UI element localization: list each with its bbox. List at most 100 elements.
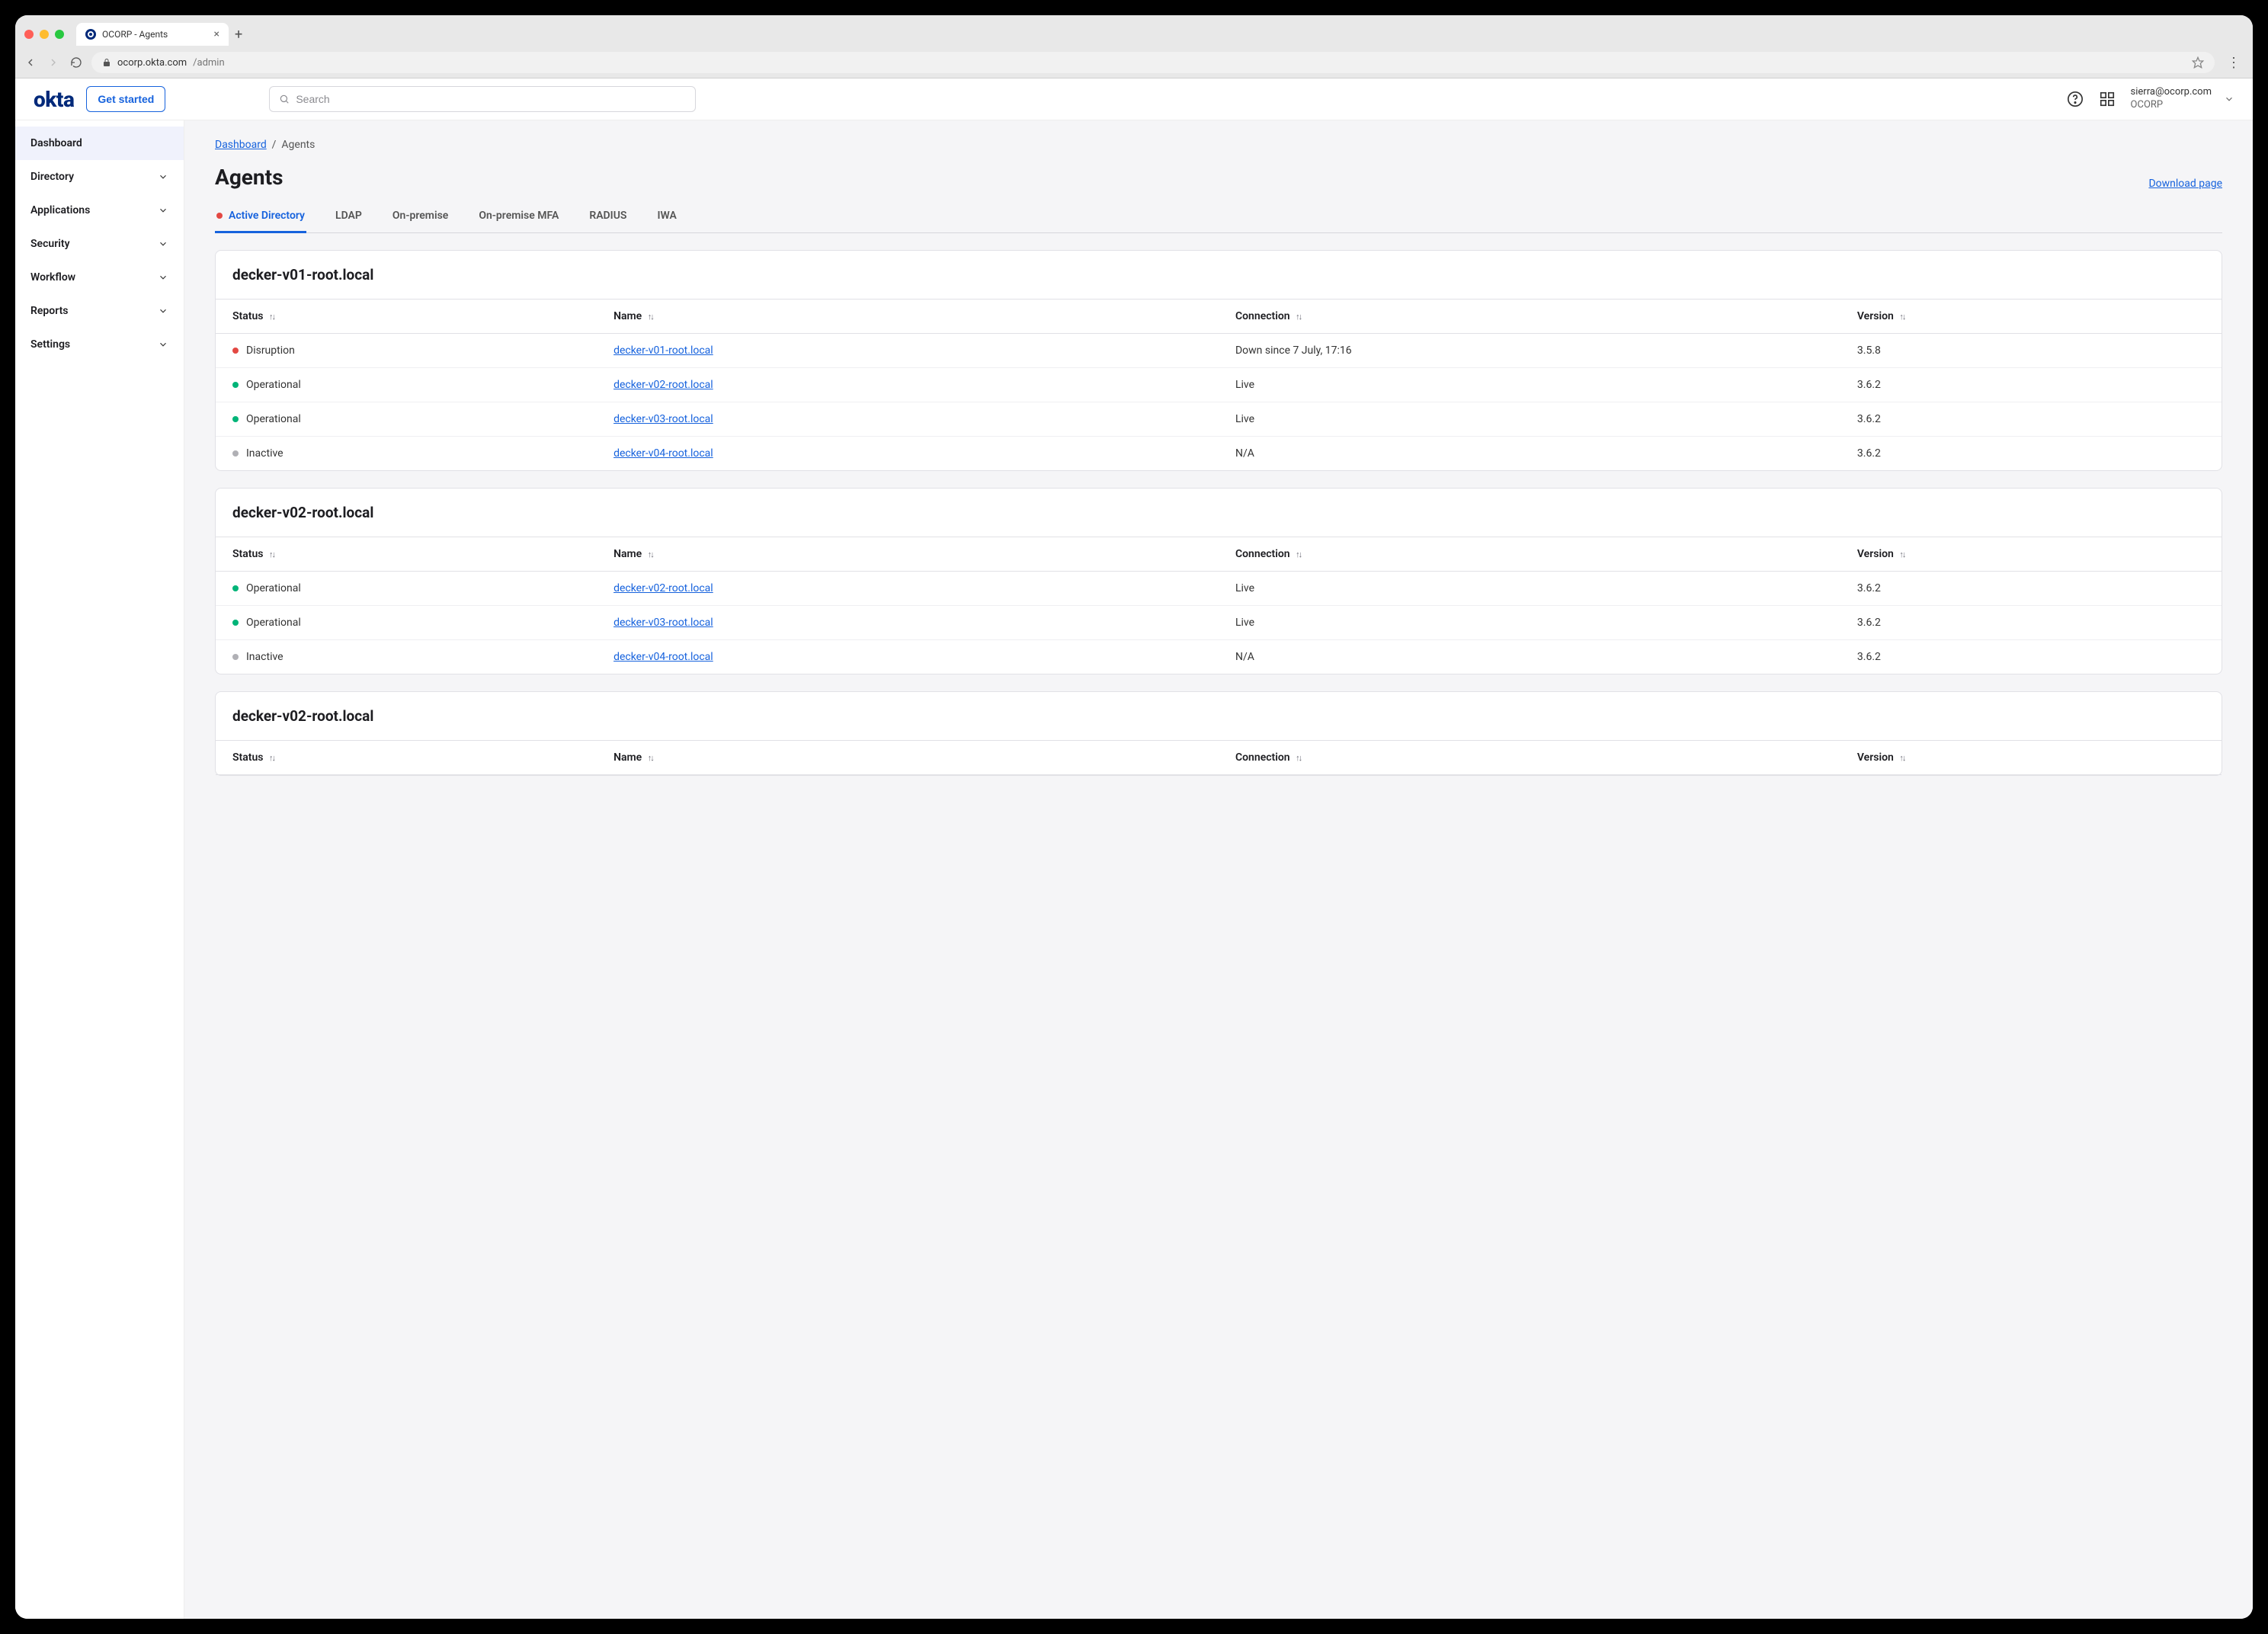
sort-icon: ↑↓ [269,753,274,763]
minimize-window-icon[interactable] [40,30,49,39]
lock-icon [102,58,111,67]
agent-name-link[interactable]: decker-v04-root.local [613,447,713,460]
reload-button[interactable] [70,56,82,69]
tab-active-directory[interactable]: Active Directory [215,202,306,233]
apps-grid-icon[interactable] [2099,91,2116,107]
sidebar-item-reports[interactable]: Reports [15,294,184,328]
user-text: sierra@ocorp.com OCORP [2131,86,2212,112]
maximize-window-icon[interactable] [55,30,64,39]
tab-label: RADIUS [589,210,626,222]
get-started-button[interactable]: Get started [86,86,165,112]
sidebar-item-security[interactable]: Security [15,227,184,261]
sidebar-item-label: Directory [30,171,74,183]
sidebar-item-workflow[interactable]: Workflow [15,261,184,294]
sort-icon: ↑↓ [1899,753,1904,763]
sidebar-item-label: Settings [30,338,70,351]
url-host: ocorp.okta.com [117,57,187,69]
col-connection[interactable]: Connection ↑↓ [1219,537,1840,572]
browser-tab[interactable]: OCORP - Agents × [76,23,229,46]
status-cell: Operational [232,413,580,425]
table-row: Operational decker-v03-root.local Live 3… [216,402,2222,437]
agent-name-link[interactable]: decker-v02-root.local [613,379,713,391]
search-input[interactable] [296,93,686,105]
status-dot-icon [232,450,239,457]
search-box[interactable] [269,86,696,112]
chevron-down-icon [158,339,168,350]
forward-button[interactable] [47,56,59,69]
table-row: Operational decker-v02-root.local Live 3… [216,572,2222,606]
table-row: Inactive decker-v04-root.local N/A 3.6.2 [216,437,2222,471]
sidebar-item-directory[interactable]: Directory [15,160,184,194]
col-version[interactable]: Version ↑↓ [1840,300,2222,334]
tab-ldap[interactable]: LDAP [334,202,364,233]
breadcrumb: Dashboard / Agents [215,139,2222,151]
agent-name-link[interactable]: decker-v02-root.local [613,582,713,594]
agent-name-link[interactable]: decker-v03-root.local [613,617,713,629]
status-cell: Inactive [232,447,580,460]
sidebar-item-label: Dashboard [30,137,82,149]
agent-group-card: decker-v01-root.local Status ↑↓ Name ↑↓ … [215,250,2222,471]
back-button[interactable] [24,56,37,69]
close-window-icon[interactable] [24,30,34,39]
connection-cell: Down since 7 July, 17:16 [1219,334,1840,368]
breadcrumb-root[interactable]: Dashboard [215,139,267,151]
status-dot-icon [232,382,239,388]
tab-radius[interactable]: RADIUS [588,202,628,233]
agent-group-card: decker-v02-root.local Status ↑↓ Name ↑↓ … [215,691,2222,776]
connection-cell: N/A [1219,640,1840,674]
page-title: Agents [215,165,283,190]
browser-menu-icon[interactable]: ⋮ [2224,55,2244,71]
col-connection[interactable]: Connection ↑↓ [1219,741,1840,775]
status-label: Operational [246,582,301,594]
col-version[interactable]: Version ↑↓ [1840,537,2222,572]
tab-on-premise[interactable]: On-premise [391,202,450,233]
download-page-link[interactable]: Download page [2148,178,2222,190]
col-version[interactable]: Version ↑↓ [1840,741,2222,775]
version-cell: 3.6.2 [1840,640,2222,674]
user-email: sierra@ocorp.com [2131,86,2212,99]
col-status[interactable]: Status ↑↓ [216,741,597,775]
col-name[interactable]: Name ↑↓ [597,300,1219,334]
help-icon[interactable] [2067,91,2084,107]
sidebar-item-label: Workflow [30,271,75,284]
col-name[interactable]: Name ↑↓ [597,741,1219,775]
col-connection[interactable]: Connection ↑↓ [1219,300,1840,334]
okta-logo[interactable]: okta [34,87,74,112]
col-status[interactable]: Status ↑↓ [216,537,597,572]
chevron-down-icon [158,205,168,216]
status-cell: Operational [232,617,580,629]
col-name[interactable]: Name ↑↓ [597,537,1219,572]
chevron-down-icon [158,272,168,283]
status-dot-icon [232,585,239,591]
agent-name-link[interactable]: decker-v03-root.local [613,413,713,425]
connection-cell: Live [1219,572,1840,606]
sidebar-item-dashboard[interactable]: Dashboard [15,127,184,160]
sort-icon: ↑↓ [1296,549,1301,559]
user-menu[interactable]: sierra@ocorp.com OCORP [2131,86,2234,112]
version-cell: 3.6.2 [1840,402,2222,437]
app-area: okta Get started si [15,78,2253,1619]
status-dot-icon [216,213,223,219]
connection-cell: Live [1219,402,1840,437]
connection-cell: Live [1219,606,1840,640]
app-header: okta Get started si [15,78,2253,120]
agent-name-link[interactable]: decker-v04-root.local [613,651,713,663]
address-bar[interactable]: ocorp.okta.com/admin [91,52,2215,73]
tab-label: On-premise [392,210,448,222]
sidebar-item-settings[interactable]: Settings [15,328,184,361]
group-title: decker-v02-root.local [216,489,2222,537]
close-tab-icon[interactable]: × [214,29,219,40]
new-tab-button[interactable]: + [235,27,242,43]
tab-iwa[interactable]: IWA [655,202,678,233]
status-cell: Operational [232,379,580,391]
user-org: OCORP [2131,99,2212,112]
table-row: Disruption decker-v01-root.local Down si… [216,334,2222,368]
col-status[interactable]: Status ↑↓ [216,300,597,334]
bookmark-icon[interactable] [2192,56,2204,69]
agent-name-link[interactable]: decker-v01-root.local [613,344,713,357]
search-icon [279,94,290,104]
app-body: Dashboard Directory ApplicationsSecurity Wo… [15,120,2253,1619]
sidebar-item-applications[interactable]: Applications [15,194,184,227]
tab-on-premise-mfa[interactable]: On-premise MFA [477,202,560,233]
sort-icon: ↑↓ [648,753,653,763]
